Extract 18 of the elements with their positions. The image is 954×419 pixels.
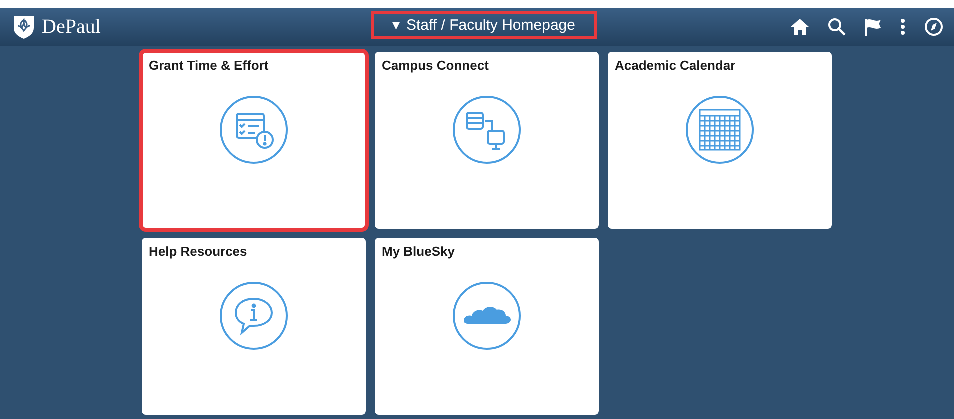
app-tile[interactable]: Grant Time & Effort: [142, 52, 366, 229]
flag-icon[interactable]: [864, 18, 882, 36]
shield-logo-icon: [12, 14, 36, 40]
compass-icon[interactable]: [924, 17, 944, 37]
calendar-icon: [685, 95, 755, 165]
home-icon[interactable]: [790, 18, 810, 36]
search-icon[interactable]: [828, 18, 846, 36]
app-tile[interactable]: Help Resources: [142, 238, 366, 415]
connect-icon: [452, 95, 522, 165]
homepage-selector[interactable]: ▾ Staff / Faculty Homepage: [371, 11, 597, 39]
more-icon[interactable]: [900, 18, 906, 36]
timesheet-icon: [219, 95, 289, 165]
cloud-icon: [452, 281, 522, 351]
app-tile[interactable]: My BlueSky: [375, 238, 599, 415]
app-tile[interactable]: Academic Calendar: [608, 52, 832, 229]
help-icon: [219, 281, 289, 351]
logo-text: DePaul: [42, 16, 101, 38]
app-tile[interactable]: Campus Connect: [375, 52, 599, 229]
